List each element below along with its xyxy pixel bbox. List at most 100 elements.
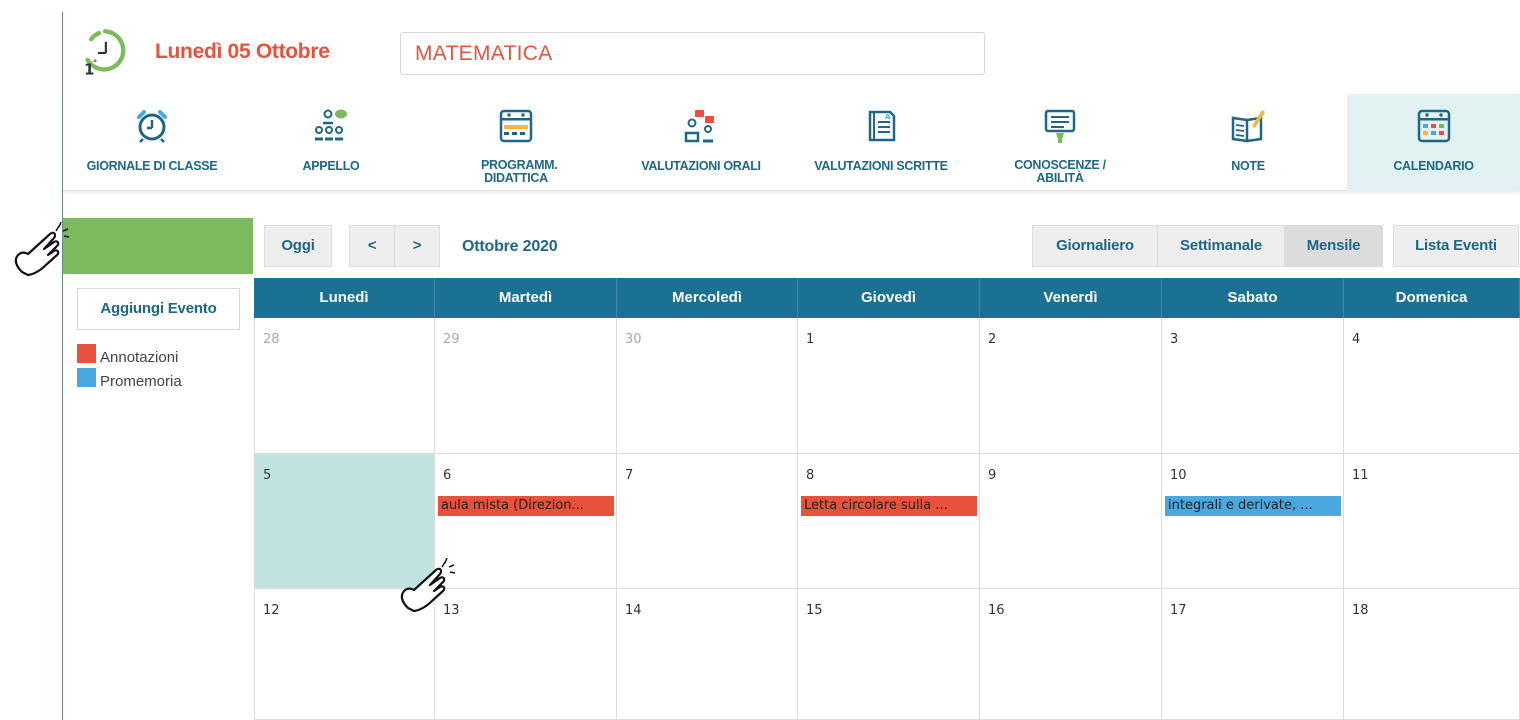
day-cell[interactable]: 16 <box>980 589 1162 720</box>
day-number: 17 <box>1170 603 1187 618</box>
day-number: 4 <box>1352 332 1361 347</box>
day-cell[interactable]: 18 <box>1344 589 1520 720</box>
day-cell[interactable]: 6 aula mista (Direzion... <box>435 454 617 589</box>
day-number: 15 <box>806 603 823 618</box>
tab-label: APPELLO <box>302 159 360 173</box>
calendar-icon <box>1417 109 1450 143</box>
weekday-header: Lunedì Martedì Mercoledì Giovedì Venerdì Saba… <box>254 278 1520 318</box>
day-number: 18 <box>1352 603 1369 618</box>
month-grid: 28 29 30 1 2 3 4 5 6 aula mista (Direzion... 7 8 Let… <box>254 318 1520 720</box>
day-cell[interactable]: 30 <box>617 318 798 454</box>
calendar-event[interactable]: Letta circolare sulla ... <box>801 496 977 516</box>
subject-field[interactable]: MATEMATICA <box>400 32 985 75</box>
calendar-event[interactable]: integrali e derivate, ... <box>1165 496 1341 516</box>
weekday-header-cell: Giovedì <box>798 278 980 318</box>
written-grades-icon: A <box>868 110 896 142</box>
weekday-header-cell: Domenica <box>1344 278 1520 318</box>
legend-swatch <box>77 368 96 387</box>
tab-label: CALENDARIO <box>1393 159 1474 173</box>
day-number: 11 <box>1352 468 1369 483</box>
weekday-header-cell: Lunedì <box>254 278 435 318</box>
tab-label: CONOSCENZE / ABILITÀ <box>1014 158 1106 185</box>
svg-text:°: ° <box>93 59 97 69</box>
weekday-header-cell: Mercoledì <box>617 278 798 318</box>
weekday-header-cell: Sabato <box>1162 278 1344 318</box>
legend-label: Annotazioni <box>100 349 179 366</box>
notebook-pencil-icon <box>1231 110 1265 143</box>
day-cell[interactable]: 8 Letta circolare sulla ... <box>798 454 980 589</box>
day-number: 14 <box>625 603 642 618</box>
day-number: 16 <box>988 603 1005 618</box>
day-number: 6 <box>443 468 452 483</box>
day-number: 30 <box>625 332 642 347</box>
day-number: 9 <box>988 468 997 483</box>
legend-label: Promemoria <box>100 373 182 390</box>
day-cell[interactable]: 15 <box>798 589 980 720</box>
view-settimanale-button[interactable]: Settimanale <box>1157 225 1285 267</box>
day-cell[interactable]: 10 integrali e derivate, ... <box>1162 454 1344 589</box>
subject-name: MATEMATICA <box>415 42 553 65</box>
day-cell[interactable]: 9 <box>980 454 1162 589</box>
add-event-button[interactable]: Aggiungi Evento <box>77 288 240 330</box>
tab-appello[interactable]: APPELLO <box>241 94 421 191</box>
day-number: 8 <box>806 468 815 483</box>
view-giornaliero-button[interactable]: Giornaliero <box>1032 225 1158 267</box>
day-number: 12 <box>263 603 280 618</box>
tab-valutazioni-orali[interactable]: VALUTAZIONI ORALI <box>611 94 791 191</box>
day-cell[interactable]: 28 <box>254 318 435 454</box>
tab-label: VALUTAZIONI SCRITTE <box>814 159 948 173</box>
month-title: Ottobre 2020 <box>462 238 558 255</box>
day-number: 7 <box>625 468 634 483</box>
tab-note[interactable]: NOTE <box>1149 94 1347 191</box>
pointer-hand-icon <box>400 558 456 613</box>
roll-call-icon <box>315 109 347 141</box>
day-cell[interactable]: 17 <box>1162 589 1344 720</box>
weekday-header-cell: Martedì <box>435 278 617 318</box>
planner-icon <box>499 109 533 143</box>
view-mensile-button[interactable]: Mensile <box>1284 225 1383 267</box>
day-number: 29 <box>443 332 460 347</box>
clock-hour-icon: 1 ° <box>84 29 126 79</box>
day-number: 1 <box>806 332 815 347</box>
tab-label: VALUTAZIONI ORALI <box>641 159 761 173</box>
day-cell[interactable]: 4 <box>1344 318 1520 454</box>
legend-swatch <box>77 344 96 363</box>
tab-calendario[interactable]: CALENDARIO <box>1347 94 1520 191</box>
day-cell[interactable]: 13 <box>435 589 617 720</box>
next-month-button[interactable]: > <box>394 225 440 267</box>
tab-label: NOTE <box>1231 159 1265 173</box>
sidebar-banner <box>63 218 253 274</box>
legend-annotazioni: Annotazioni <box>77 344 179 366</box>
day-number: 3 <box>1170 332 1179 347</box>
oral-grades-icon <box>684 110 714 143</box>
day-cell[interactable]: 3 <box>1162 318 1344 454</box>
day-cell[interactable]: 7 <box>617 454 798 589</box>
tab-label: GIORNALE DI CLASSE <box>86 159 218 173</box>
main-toolbar: GIORNALE DI CLASSE APPELLO PROGRAMM. DID… <box>63 94 1520 191</box>
weekday-header-cell: Venerdì <box>980 278 1162 318</box>
today-button[interactable]: Oggi <box>264 225 332 267</box>
day-cell[interactable]: 11 <box>1344 454 1520 589</box>
view-lista-eventi-button[interactable]: Lista Eventi <box>1393 225 1519 267</box>
pointer-hand-icon <box>14 222 70 277</box>
day-number: 2 <box>988 332 997 347</box>
day-cell[interactable]: 2 <box>980 318 1162 454</box>
prev-month-button[interactable]: < <box>349 225 395 267</box>
legend-promemoria: Promemoria <box>77 368 182 390</box>
svg-text:A: A <box>885 113 891 121</box>
day-number: 28 <box>263 332 280 347</box>
current-date: Lunedì 05 Ottobre <box>155 40 330 63</box>
calendar-event[interactable]: aula mista (Direzion... <box>438 496 614 516</box>
tab-valutazioni-scritte[interactable]: A VALUTAZIONI SCRITTE <box>791 94 971 191</box>
day-cell[interactable]: 1 <box>798 318 980 454</box>
tab-programm-didattica[interactable]: PROGRAMM. DIDATTICA <box>421 94 611 191</box>
tab-giornale-di-classe[interactable]: GIORNALE DI CLASSE <box>63 94 241 191</box>
tab-conoscenze-abilita[interactable]: CONOSCENZE / ABILITÀ <box>971 94 1149 191</box>
skills-board-icon <box>1044 109 1076 143</box>
day-cell[interactable]: 29 <box>435 318 617 454</box>
tab-label: PROGRAMM. DIDATTICA <box>481 158 558 185</box>
day-number: 5 <box>263 468 272 483</box>
day-cell[interactable]: 14 <box>617 589 798 720</box>
alarm-clock-icon <box>137 110 167 143</box>
day-number: 10 <box>1170 468 1187 483</box>
